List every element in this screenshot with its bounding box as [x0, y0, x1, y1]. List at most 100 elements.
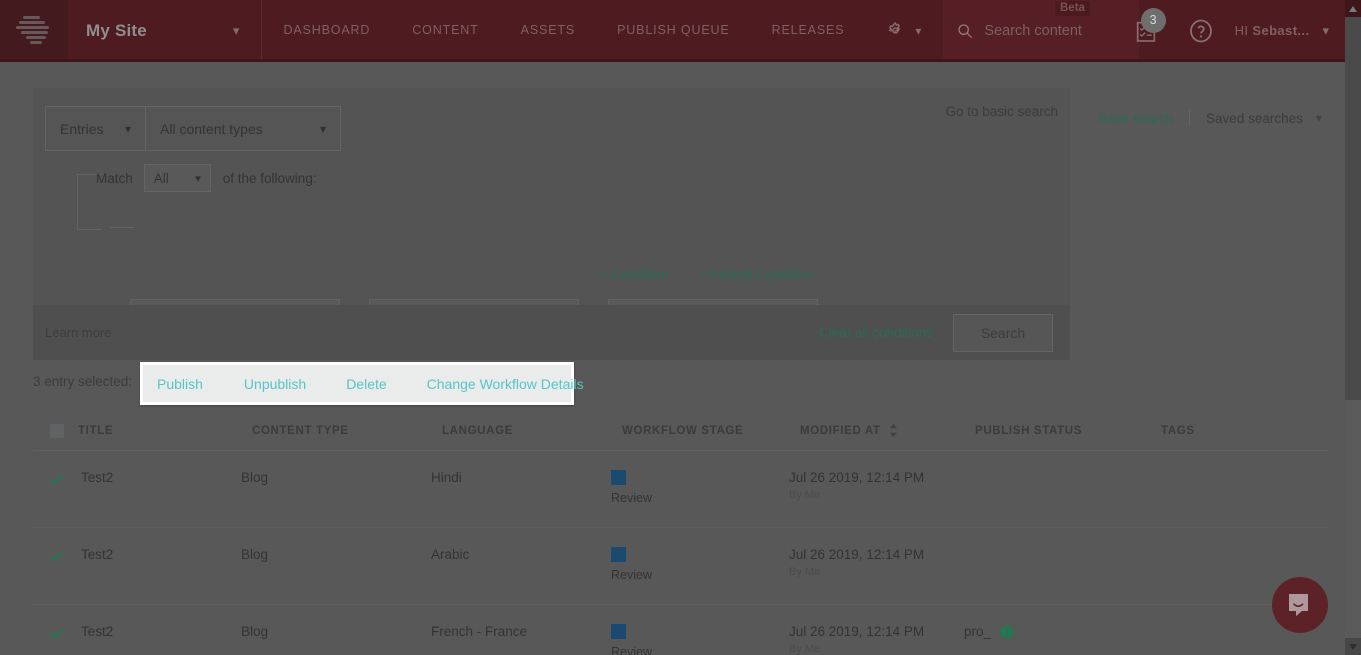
- table-row[interactable]: Test2 Blog Arabic Review Jul 26 2019, 12…: [33, 528, 1328, 605]
- entries-table: TITLE CONTENT TYPE LANGUAGE WORKFLOW STA…: [33, 411, 1328, 655]
- match-type-select[interactable]: All ▾: [143, 164, 211, 192]
- selection-count-label: 3 entry selected:: [33, 374, 133, 389]
- chevron-down-icon[interactable]: ▾: [1322, 23, 1329, 39]
- site-name[interactable]: My Site: [86, 21, 147, 41]
- modified-at-date: Jul 26 2019, 12:14 PM: [789, 470, 925, 485]
- table-row[interactable]: Test2 Blog French - France Review Jul 26…: [33, 605, 1328, 655]
- match-label: Match: [96, 170, 133, 186]
- gear-icon: [888, 22, 901, 34]
- check-icon: [50, 474, 63, 485]
- cell-modified-at: Jul 26 2019, 12:14 PM By Me: [789, 547, 964, 578]
- save-search-link[interactable]: Save search: [1098, 111, 1173, 126]
- cell-content-type: Blog: [241, 624, 269, 639]
- scrollbar-thumb[interactable]: [1345, 17, 1361, 400]
- bulk-action-change-workflow-details[interactable]: Change Workflow Details: [427, 376, 584, 392]
- cell-workflow-stage: Review: [611, 470, 789, 505]
- cell-title[interactable]: Test2: [67, 624, 241, 639]
- cell-workflow-stage: Review: [611, 547, 789, 582]
- divider: [1189, 110, 1191, 126]
- global-search-placeholder: Search content: [984, 22, 1082, 39]
- workflow-stage-swatch: [611, 547, 626, 562]
- greeting-prefix: HI: [1234, 23, 1249, 38]
- column-header-modified-at[interactable]: MODIFIED AT: [800, 424, 975, 437]
- nav-link-assets[interactable]: ASSETS: [500, 0, 596, 61]
- modified-at-date: Jul 26 2019, 12:14 PM: [789, 624, 925, 639]
- chevron-down-icon: ▾: [195, 172, 201, 185]
- beta-badge: Beta: [1055, 1, 1090, 16]
- scrollbar-up-button[interactable]: [1345, 0, 1361, 17]
- scroll-down-arrow-icon: [1349, 643, 1357, 650]
- settings-menu[interactable]: ▾: [865, 22, 937, 39]
- chat-launcher-button[interactable]: [1272, 577, 1328, 633]
- contentstack-logo-icon: [16, 15, 49, 44]
- cell-title[interactable]: Test2: [67, 547, 241, 562]
- chevron-down-icon[interactable]: ▾: [1316, 111, 1322, 125]
- nav-link-content[interactable]: CONTENT: [391, 0, 499, 61]
- app-logo[interactable]: [0, 0, 68, 61]
- column-header-content-type[interactable]: CONTENT TYPE: [252, 425, 442, 437]
- clear-all-conditions-link[interactable]: Clear all conditions: [819, 325, 933, 340]
- modified-at-date: Jul 26 2019, 12:14 PM: [789, 547, 925, 562]
- bulk-actions-popup: Publish Unpublish Delete Change Workflow…: [140, 362, 584, 405]
- column-header-workflow-stage[interactable]: WORKFLOW STAGE: [622, 425, 800, 437]
- add-nested-condition-link[interactable]: + Nested Condition: [698, 267, 813, 282]
- page-scrollbar[interactable]: [1345, 0, 1361, 655]
- entries-select[interactable]: Entries ▾: [45, 106, 146, 151]
- workflow-stage-swatch: [611, 624, 626, 639]
- nav-link-releases[interactable]: RELEASES: [751, 0, 866, 61]
- table-row[interactable]: Test2 Blog Hindi Review Jul 26 2019, 12:…: [33, 451, 1328, 528]
- question-circle-icon: [1189, 19, 1212, 42]
- match-row: Match All ▾ of the following:: [96, 164, 317, 192]
- column-header-title[interactable]: TITLE: [78, 425, 252, 437]
- cell-modified-at: Jul 26 2019, 12:14 PM By Me: [789, 624, 964, 655]
- topnav-right-cluster: 3 HI Sebast... ▾: [1129, 0, 1329, 61]
- greeting-username: Sebast...: [1252, 23, 1310, 38]
- user-greeting[interactable]: HI Sebast...: [1235, 23, 1310, 38]
- nav-link-publish-queue[interactable]: PUBLISH QUEUE: [596, 0, 750, 61]
- select-all-checkbox[interactable]: [50, 423, 64, 438]
- check-icon: [50, 628, 63, 639]
- cell-language: Hindi: [431, 470, 462, 485]
- column-header-tags[interactable]: TAGS: [1161, 425, 1281, 437]
- info-circle-icon[interactable]: [1000, 624, 1014, 639]
- scroll-up-arrow-icon: [1349, 5, 1357, 12]
- chevron-down-icon: ▾: [915, 23, 922, 38]
- notifications-count-badge: 3: [1140, 7, 1166, 33]
- global-search[interactable]: Search content: [943, 0, 1140, 61]
- scrollbar-down-button[interactable]: [1345, 638, 1361, 655]
- cell-publish-status: pro_: [964, 624, 1150, 639]
- sort-arrows-icon: [889, 424, 897, 437]
- search-scope-selectors: Entries ▾ All content types ▾: [45, 106, 341, 151]
- chevron-down-icon: ▾: [319, 121, 326, 136]
- saved-searches-link[interactable]: Saved searches: [1206, 111, 1303, 126]
- bulk-action-publish[interactable]: Publish: [157, 376, 203, 392]
- column-header-publish-status[interactable]: PUBLISH STATUS: [975, 425, 1161, 437]
- condition-connector: [110, 227, 134, 228]
- intercom-chat-icon: [1289, 594, 1308, 616]
- condition-group-bracket: [77, 174, 102, 230]
- table-header-row: TITLE CONTENT TYPE LANGUAGE WORKFLOW STA…: [33, 411, 1328, 451]
- app-root: My Site ▾ DASHBOARD CONTENT ASSETS PUBLI…: [0, 0, 1361, 655]
- learn-more-link[interactable]: Learn more: [45, 325, 111, 340]
- help-button[interactable]: [1189, 19, 1213, 43]
- chevron-down-icon[interactable]: ▾: [233, 23, 240, 39]
- search-button[interactable]: Search: [953, 313, 1053, 352]
- saved-search-controls: Save search Saved searches ▾: [1098, 110, 1322, 126]
- cell-title[interactable]: Test2: [67, 470, 241, 485]
- match-type-value: All: [153, 170, 169, 186]
- entries-select-value: Entries: [60, 120, 104, 137]
- bulk-action-delete[interactable]: Delete: [346, 376, 386, 392]
- add-condition-link[interactable]: + Condition: [600, 267, 669, 282]
- nav-link-dashboard[interactable]: DASHBOARD: [262, 0, 391, 61]
- cell-content-type: Blog: [241, 470, 269, 485]
- advanced-search-panel: Entries ▾ All content types ▾ Go to basi…: [33, 88, 1070, 360]
- notifications-button[interactable]: 3: [1129, 7, 1166, 48]
- check-icon: [50, 551, 63, 562]
- cell-workflow-stage: Review: [611, 624, 789, 655]
- bulk-action-unpublish[interactable]: Unpublish: [244, 376, 306, 392]
- topnav-underline: [0, 59, 1345, 62]
- workflow-stage-label: Review: [611, 568, 652, 582]
- column-header-language[interactable]: LANGUAGE: [442, 425, 622, 437]
- go-to-basic-search-link[interactable]: Go to basic search: [945, 104, 1058, 119]
- content-type-select[interactable]: All content types ▾: [145, 106, 341, 151]
